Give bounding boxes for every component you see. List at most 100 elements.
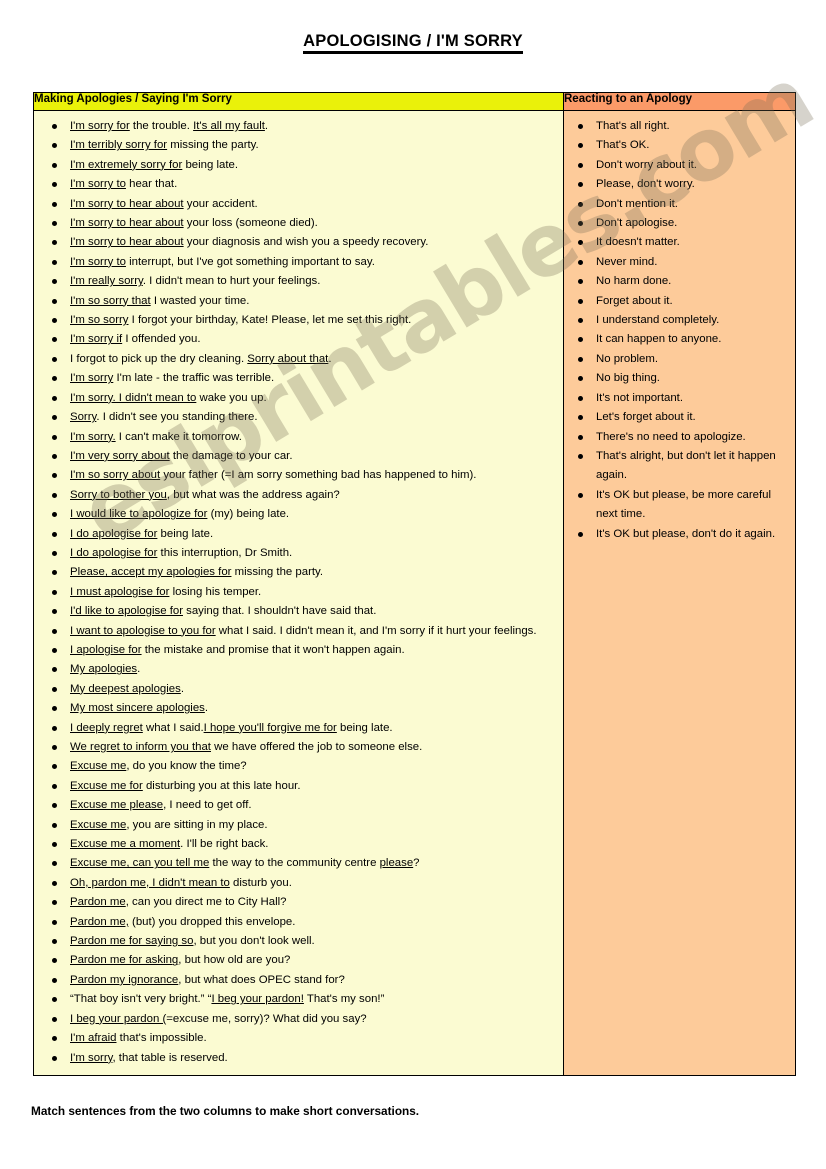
list-item: I'm sorry. I can't make it tomorrow. xyxy=(34,428,559,447)
list-item: I apologise for the mistake and promise … xyxy=(34,641,559,660)
phrase-plain: =excuse me, sorry)? What did you say? xyxy=(166,1012,367,1025)
list-item: I'm extremely sorry for being late. xyxy=(34,156,559,175)
list-item: I want to apologise to you for what I sa… xyxy=(34,622,559,641)
phrase-plain: I forgot to pick up the dry cleaning. xyxy=(70,352,248,365)
list-item: I'm so sorry I forgot your birthday, Kat… xyxy=(34,311,559,330)
phrase-underlined: I deeply regret xyxy=(70,721,143,734)
phrase-plain: being late. xyxy=(157,527,214,540)
list-item: I do apologise for being late. xyxy=(34,525,559,544)
list-item: I'm very sorry about the damage to your … xyxy=(34,447,559,466)
list-item: I understand completely. xyxy=(564,311,791,330)
list-item: I must apologise for losing his temper. xyxy=(34,583,559,602)
phrase-plain: disturbing you at this late hour. xyxy=(142,779,301,792)
phrase-plain: this interruption, Dr Smith. xyxy=(157,546,293,559)
page-title: APOLOGISING / I'M SORRY xyxy=(0,32,826,54)
phrase-plain: your father (=I am sorry something bad h… xyxy=(160,469,477,482)
list-item: I'm sorry if I offended you. xyxy=(34,330,559,349)
list-item: I'm sorry to interrupt, but I've got som… xyxy=(34,253,559,272)
list-item: Pardon me, can you direct me to City Hal… xyxy=(34,893,559,912)
phrase-underlined: Excuse me a moment xyxy=(70,838,181,851)
column-header-reacting: Reacting to an Apology xyxy=(563,92,796,111)
list-item: Pardon my ignorance, but what does OPEC … xyxy=(34,971,559,990)
phrase-plain: interrupt, but I've got something import… xyxy=(125,255,375,268)
phrase-underlined: Excuse me xyxy=(70,760,127,773)
list-item: Excuse me, do you know the time? xyxy=(34,757,559,776)
list-item: Please, accept my apologies for missing … xyxy=(34,563,559,582)
phrase-plain: ? xyxy=(413,857,420,870)
phrase-underlined: I'm sorry to xyxy=(70,255,126,268)
phrase-underlined: My apologies xyxy=(70,663,138,676)
list-item: Oh, pardon me, I didn't mean to disturb … xyxy=(34,874,559,893)
list-item: I'm sorry I'm late - the traffic was ter… xyxy=(34,369,559,388)
phrase-underlined: I do apologise for xyxy=(70,546,158,559)
phrase-plain: the damage to your car. xyxy=(169,449,293,462)
list-item: I'm so sorry about your father (=I am so… xyxy=(34,466,559,485)
list-item: I'm sorry for the trouble. It's all my f… xyxy=(34,117,559,136)
list-item: It can happen to anyone. xyxy=(564,330,791,349)
column-header-making-apologies: Making Apologies / Saying I'm Sorry xyxy=(33,92,564,111)
list-item: I'm sorry to hear about your loss (someo… xyxy=(34,214,559,233)
list-item: That's OK. xyxy=(564,136,791,155)
phrase-underlined: It's all my fault xyxy=(193,120,265,132)
phrase-underlined: I'm so sorry about xyxy=(70,469,161,482)
phrase-plain: missing the party. xyxy=(231,566,324,579)
phrase-underlined: I'm really sorry xyxy=(70,275,143,288)
list-item: Pardon me for saying so, but you don't l… xyxy=(34,932,559,951)
phrase-underlined: I'm sorry to hear about xyxy=(70,236,184,249)
phrase-underlined: I do apologise for xyxy=(70,527,158,540)
list-item: Don't worry about it. xyxy=(564,156,791,175)
phrase-plain: , you are sitting in my place. xyxy=(126,818,268,831)
phrases-table: Making Apologies / Saying I'm Sorry Reac… xyxy=(33,92,796,1076)
list-item: No harm done. xyxy=(564,272,791,291)
phrase-underlined: My most sincere apologies xyxy=(70,702,205,715)
phrase-plain: , but you don't look well. xyxy=(193,935,315,948)
phrase-plain: That's my son!” xyxy=(303,993,385,1006)
phrase-plain: . I didn't mean to hurt your feelings. xyxy=(142,275,321,288)
phrase-plain: your diagnosis and wish you a speedy rec… xyxy=(183,236,429,249)
phrase-underlined: I'm sorry for xyxy=(70,120,130,132)
phrase-plain: what I said. xyxy=(142,721,204,734)
phrase-plain: , but how old are you? xyxy=(178,954,291,967)
phrase-underlined: I hope you'll forgive me for xyxy=(203,721,337,734)
phrase-plain: your loss (someone died). xyxy=(183,217,318,230)
phrase-plain: saying that. I shouldn't have said that. xyxy=(182,605,377,618)
list-item: Let's forget about it. xyxy=(564,408,791,427)
right-column-cell: That's all right. That's OK. Don't worry a… xyxy=(563,110,796,1076)
making-apologies-list: I'm sorry for the trouble. It's all my f… xyxy=(34,111,563,1075)
phrase-underlined: I'm very sorry about xyxy=(70,449,170,462)
list-item: We regret to inform you that we have off… xyxy=(34,738,559,757)
phrase-plain: . xyxy=(180,682,184,695)
list-item: It's not important. xyxy=(564,389,791,408)
phrase-plain: that's impossible. xyxy=(116,1032,207,1045)
list-item: I'm sorry to hear about your diagnosis a… xyxy=(34,233,559,252)
list-item: Excuse me, you are sitting in my place. xyxy=(34,816,559,835)
phrase-underlined: Excuse me xyxy=(70,818,127,831)
phrase-underlined: I'm so sorry xyxy=(70,314,129,327)
phrase-plain: the mistake and promise that it won't ha… xyxy=(141,643,405,656)
list-item: Excuse me please, I need to get off. xyxy=(34,796,559,815)
list-item: No problem. xyxy=(564,350,791,369)
phrase-plain: I wasted your time. xyxy=(150,294,250,307)
list-item: There's no need to apologize. xyxy=(564,428,791,447)
phrase-underlined: I apologise for xyxy=(70,643,142,656)
list-item: Excuse me for disturbing you at this lat… xyxy=(34,777,559,796)
phrase-plain: , can you direct me to City Hall? xyxy=(125,896,287,909)
phrase-plain: (my) being late. xyxy=(207,508,290,521)
list-item: Excuse me a moment. I'll be right back. xyxy=(34,835,559,854)
phrase-underlined: please xyxy=(379,857,414,870)
table-header-row: Making Apologies / Saying I'm Sorry Reac… xyxy=(33,92,796,111)
list-item: Sorry to bother you, but what was the ad… xyxy=(34,486,559,505)
phrase-underlined: I'm terribly sorry for xyxy=(70,139,168,152)
phrase-underlined: I beg your pardon ( xyxy=(70,1012,167,1025)
phrase-underlined: Oh, pardon me, I didn't mean to xyxy=(70,876,230,889)
phrase-underlined: I'm afraid xyxy=(70,1032,117,1045)
list-item: It doesn't matter. xyxy=(564,233,791,252)
list-item: I'm really sorry. I didn't mean to hurt … xyxy=(34,272,559,291)
phrase-plain: I offended you. xyxy=(122,333,201,346)
phrase-plain: I'm late - the traffic was terrible. xyxy=(113,372,275,385)
phrase-underlined: Pardon me for saying so xyxy=(70,935,194,948)
list-item: That's alright, but don't let it happen … xyxy=(564,447,791,486)
instruction-text: Match sentences from the two columns to … xyxy=(31,1104,420,1118)
phrase-underlined: I'm sorry to hear about xyxy=(70,217,184,230)
phrase-plain: , but what does OPEC stand for? xyxy=(178,973,345,986)
